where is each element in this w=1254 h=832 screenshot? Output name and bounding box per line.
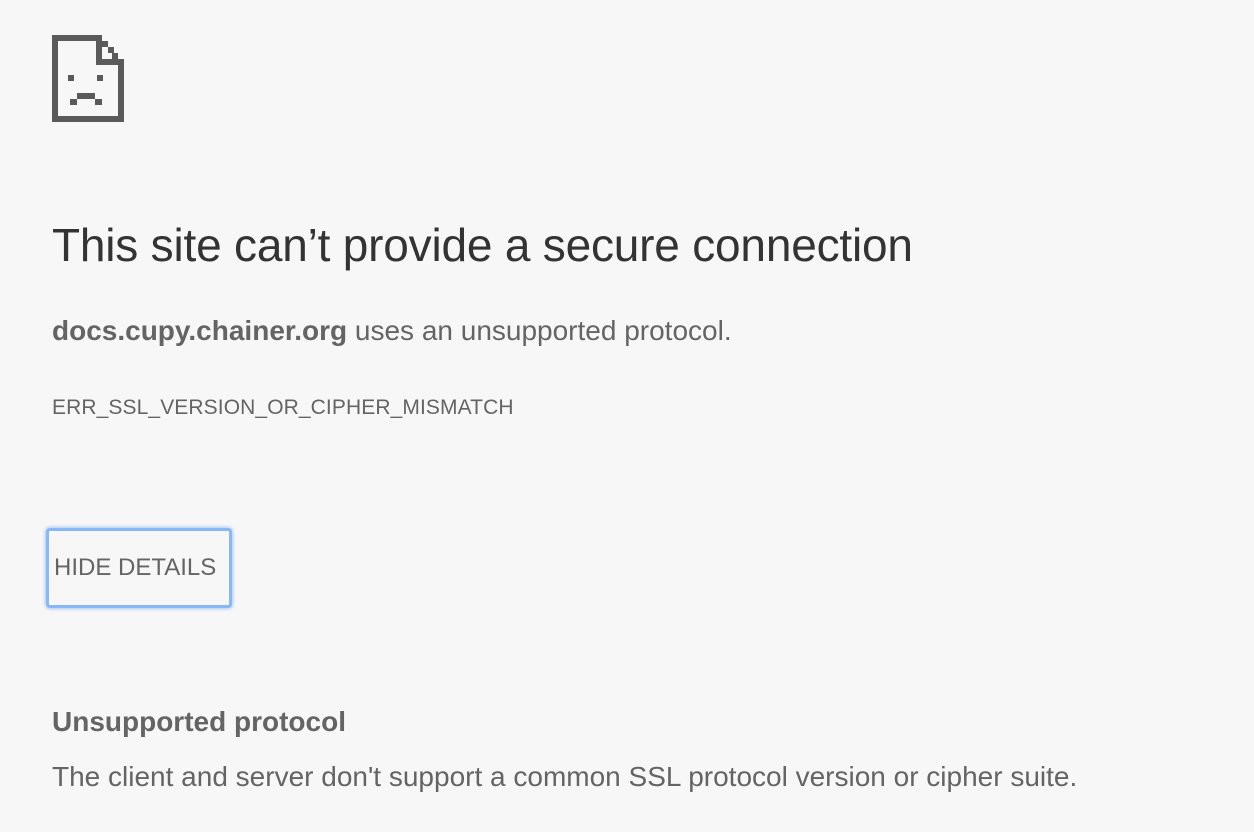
sad-page-icon (52, 35, 124, 122)
details-description: The client and server don't support a co… (52, 761, 1078, 792)
error-summary: docs.cupy.chainer.org uses an unsupporte… (52, 312, 732, 350)
details-heading: Unsupported protocol (52, 706, 346, 737)
page-title: This site can’t provide a secure connect… (52, 219, 913, 271)
host-name: docs.cupy.chainer.org (52, 315, 348, 346)
error-code: ERR_SSL_VERSION_OR_CIPHER_MISMATCH (52, 396, 514, 419)
error-summary-message: uses an unsupported protocol. (347, 315, 732, 346)
hide-details-button[interactable]: HIDE DETAILS (46, 528, 232, 608)
